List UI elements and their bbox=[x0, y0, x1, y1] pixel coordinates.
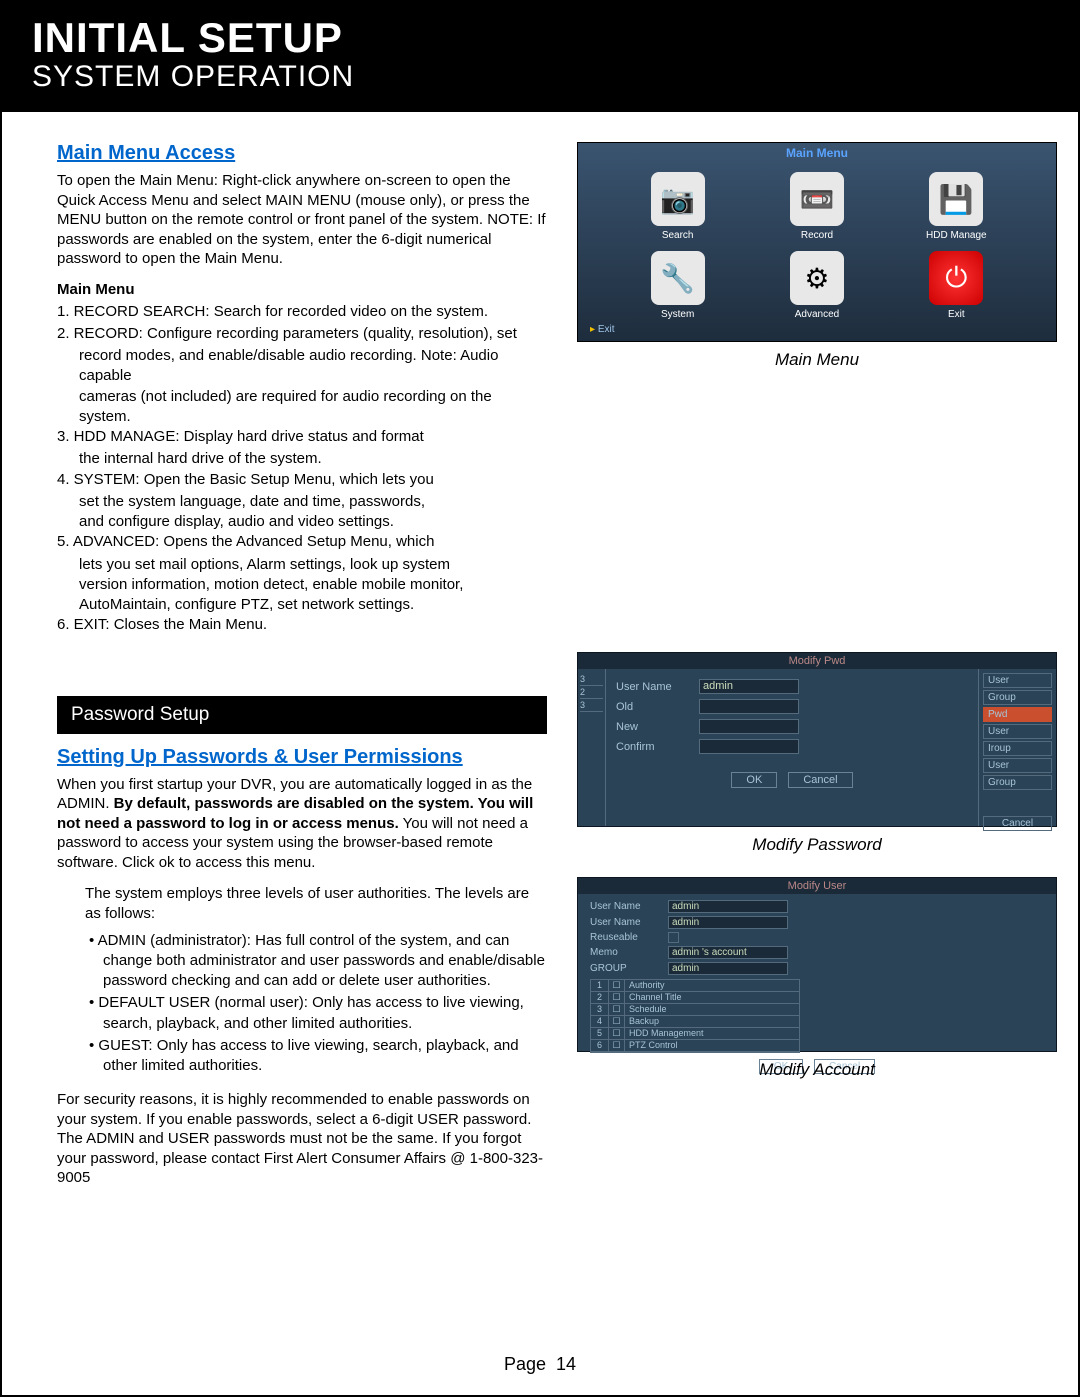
auth-checkbox[interactable]: ☐ bbox=[609, 1028, 625, 1039]
table-row: 5☐HDD Management bbox=[591, 1028, 799, 1040]
mm-icon-advanced[interactable]: ⚙Advanced bbox=[752, 251, 882, 320]
auth-checkbox[interactable]: ☐ bbox=[609, 1016, 625, 1027]
list-item: set the system language, date and time, … bbox=[57, 492, 547, 512]
old-field[interactable] bbox=[699, 699, 799, 714]
password-para-1: When you first startup your DVR, you are… bbox=[57, 775, 547, 873]
mm-exit-link[interactable]: Exit bbox=[590, 324, 614, 335]
caption-modify-password: Modify Password bbox=[577, 835, 1057, 855]
list-item: 6. EXIT: Closes the Main Menu. bbox=[57, 615, 547, 635]
side-tab-pwd[interactable]: Pwd bbox=[983, 707, 1052, 722]
user-name-field[interactable]: admin bbox=[699, 679, 799, 694]
list-item: 4. SYSTEM: Open the Basic Setup Menu, wh… bbox=[57, 470, 547, 490]
section-bar-password: Password Setup bbox=[57, 696, 547, 734]
caption-modify-account: Modify Account bbox=[577, 1060, 1057, 1080]
system-icon: 🔧 bbox=[651, 251, 705, 305]
list-item: 1. RECORD SEARCH: Search for recorded vi… bbox=[57, 302, 547, 322]
side-tab-user[interactable]: User bbox=[983, 673, 1052, 688]
list-item: and configure display, audio and video s… bbox=[57, 512, 547, 532]
side-tab-iroup[interactable]: Iroup bbox=[983, 741, 1052, 756]
table-row: 6☐PTZ Control bbox=[591, 1040, 799, 1052]
side-tab-user[interactable]: User bbox=[983, 724, 1052, 739]
list-item: the internal hard drive of the system. bbox=[57, 449, 547, 469]
list-item: 2. RECORD: Configure recording parameter… bbox=[57, 324, 547, 344]
modpwd-title: Modify Pwd bbox=[578, 653, 1056, 669]
user-name-field[interactable]: admin bbox=[668, 900, 788, 913]
bullet-item: • ADMIN (administrator): Has full contro… bbox=[85, 931, 547, 992]
table-row: 3☐Schedule bbox=[591, 1004, 799, 1016]
page-title: INITIAL SETUP bbox=[32, 14, 1048, 62]
ok-button[interactable]: OK bbox=[731, 772, 777, 788]
section-heading-main-menu: Main Menu Access bbox=[57, 142, 547, 165]
table-row: 4☐Backup bbox=[591, 1016, 799, 1028]
intro-paragraph: To open the Main Menu: Right-click anywh… bbox=[57, 171, 547, 269]
auth-checkbox[interactable]: ☐ bbox=[609, 992, 625, 1003]
bullet-item: • GUEST: Only has access to live viewing… bbox=[85, 1036, 547, 1077]
side-tab-user[interactable]: User bbox=[983, 758, 1052, 773]
side-tab-group[interactable]: Group bbox=[983, 690, 1052, 705]
mm-icon-search[interactable]: 📷Search bbox=[613, 172, 743, 241]
main-menu-screenshot: Main Menu 📷Search📼Record💾HDD Manage 🔧Syst… bbox=[577, 142, 1057, 342]
memo-field[interactable]: admin 's account bbox=[668, 946, 788, 959]
mm-icon-system[interactable]: 🔧System bbox=[613, 251, 743, 320]
side-tab-group[interactable]: Group bbox=[983, 775, 1052, 790]
list-item: 3. HDD MANAGE: Display hard drive status… bbox=[57, 427, 547, 447]
password-para-3: For security reasons, it is highly recom… bbox=[57, 1090, 547, 1188]
search-icon: 📷 bbox=[651, 172, 705, 226]
page-header: INITIAL SETUP SYSTEM OPERATION bbox=[2, 2, 1078, 112]
page-footer: Page 14 bbox=[2, 1354, 1078, 1375]
auth-checkbox[interactable]: ☐ bbox=[609, 980, 625, 991]
list-item: 5. ADVANCED: Opens the Advanced Setup Me… bbox=[57, 532, 547, 552]
reuseable-checkbox[interactable] bbox=[668, 932, 679, 943]
page-subtitle: SYSTEM OPERATION bbox=[32, 60, 1048, 94]
cancel-button[interactable]: Cancel bbox=[788, 772, 852, 788]
hdd-manage-icon: 💾 bbox=[929, 172, 983, 226]
auth-checkbox[interactable]: ☐ bbox=[609, 1004, 625, 1015]
confirm-field[interactable] bbox=[699, 739, 799, 754]
caption-main-menu: Main Menu bbox=[577, 350, 1057, 370]
main-menu-list: 1. RECORD SEARCH: Search for recorded vi… bbox=[57, 302, 547, 636]
user-name-field[interactable]: admin bbox=[668, 916, 788, 929]
list-item: cameras (not included) are required for … bbox=[57, 387, 547, 428]
mm-icon-exit[interactable]: ⏻Exit bbox=[891, 251, 1021, 320]
mm-title: Main Menu bbox=[578, 143, 1056, 160]
modify-password-screenshot: Modify Pwd 323 User NameadminOldNewConfi… bbox=[577, 652, 1057, 827]
advanced-icon: ⚙ bbox=[790, 251, 844, 305]
password-para-2: The system employs three levels of user … bbox=[57, 884, 547, 925]
section-heading-password: Setting Up Passwords & User Permissions bbox=[57, 746, 547, 769]
table-row: 2☐Channel Title bbox=[591, 992, 799, 1004]
mm-icon-hdd-manage[interactable]: 💾HDD Manage bbox=[891, 172, 1021, 241]
bullet-item: • DEFAULT USER (normal user): Only has a… bbox=[85, 993, 547, 1034]
auth-checkbox[interactable]: ☐ bbox=[609, 1040, 625, 1051]
list-item: AutoMaintain, configure PTZ, set network… bbox=[57, 595, 547, 615]
new-field[interactable] bbox=[699, 719, 799, 734]
exit-icon: ⏻ bbox=[929, 251, 983, 305]
user-level-bullets: • ADMIN (administrator): Has full contro… bbox=[85, 931, 547, 1077]
modacc-title: Modify User bbox=[578, 878, 1056, 894]
list-item: record modes, and enable/disable audio r… bbox=[57, 346, 547, 387]
mm-icon-record[interactable]: 📼Record bbox=[752, 172, 882, 241]
table-row: 1☐Authority bbox=[591, 980, 799, 992]
cancel-button[interactable]: Cancel bbox=[983, 816, 1052, 831]
list-item: version information, motion detect, enab… bbox=[57, 575, 547, 595]
record-icon: 📼 bbox=[790, 172, 844, 226]
list-item: lets you set mail options, Alarm setting… bbox=[57, 555, 547, 575]
modify-account-screenshot: Modify User User NameadminUser Nameadmin… bbox=[577, 877, 1057, 1052]
main-menu-subhead: Main Menu bbox=[57, 281, 547, 298]
group-field[interactable]: admin bbox=[668, 962, 788, 975]
